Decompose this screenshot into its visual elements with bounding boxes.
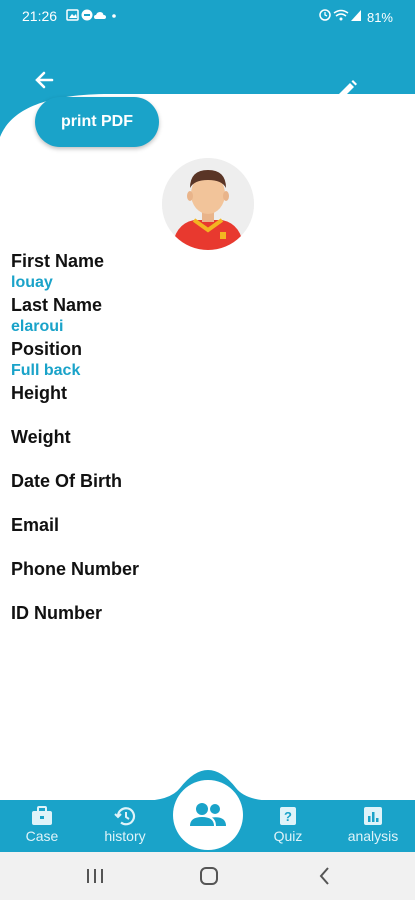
analysis-icon: [364, 807, 382, 825]
arrow-left-icon: [35, 71, 54, 89]
center-people-button[interactable]: [173, 780, 243, 850]
home-icon: [200, 867, 218, 885]
field-value: Full back: [11, 362, 81, 379]
people-icon: [190, 803, 226, 826]
field-height: Height: [11, 382, 391, 426]
field-label: Phone Number: [11, 559, 140, 579]
notification-icon-group: [66, 9, 116, 21]
battery-text: 81%: [366, 10, 393, 25]
nav-label: analysis: [347, 828, 399, 844]
system-back-button[interactable]: [312, 864, 338, 888]
nav-item-analysis[interactable]: analysis: [338, 800, 408, 852]
history-icon: [114, 807, 136, 826]
field-value: [11, 624, 391, 646]
status-bar: 21:26 81%: [0, 0, 415, 32]
status-time: 21:26: [22, 8, 58, 24]
field-label: Height: [11, 383, 67, 403]
system-status-icons: [319, 9, 362, 21]
profile-fields: First Name louay Last Name elaroui Posit…: [11, 250, 391, 646]
pencil-icon: [337, 80, 357, 100]
svg-text:?: ?: [284, 809, 292, 824]
field-value: [11, 448, 391, 470]
field-value: [11, 492, 391, 514]
field-first-name: First Name louay: [11, 250, 391, 294]
field-label: Date Of Birth: [11, 471, 123, 491]
system-nav-bar: [0, 852, 415, 900]
back-icon: [319, 867, 329, 885]
recents-button[interactable]: [82, 864, 108, 888]
quiz-icon: ?: [280, 807, 296, 825]
notification-icons: [66, 8, 126, 25]
edit-button[interactable]: [333, 78, 359, 104]
field-label: ID Number: [11, 603, 103, 623]
avatar: [162, 158, 254, 250]
recents-icon: [87, 869, 103, 883]
back-button[interactable]: [30, 66, 58, 94]
field-label: Last Name: [11, 295, 103, 315]
field-value: [11, 536, 391, 558]
field-label: Email: [11, 515, 60, 535]
nav-label: history: [104, 828, 146, 844]
field-label: Weight: [11, 427, 71, 447]
field-label: Position: [11, 339, 82, 359]
field-value: elaroui: [11, 318, 64, 335]
nav-item-history[interactable]: history: [94, 800, 156, 852]
field-label: First Name: [11, 251, 105, 271]
nav-label: Case: [25, 828, 59, 844]
print-pdf-button[interactable]: print PDF: [35, 97, 159, 147]
field-value: [11, 580, 391, 602]
field-last-name: Last Name elaroui: [11, 294, 391, 338]
field-position: Position Full back: [11, 338, 391, 382]
field-date-of-birth: Date Of Birth: [11, 470, 391, 514]
field-weight: Weight: [11, 426, 391, 470]
briefcase-icon: [32, 806, 52, 825]
field-phone-number: Phone Number: [11, 558, 391, 602]
field-id-number: ID Number: [11, 602, 391, 646]
status-right: 81%: [319, 8, 393, 25]
home-button[interactable]: [196, 864, 222, 888]
field-value: louay: [11, 274, 53, 291]
field-email: Email: [11, 514, 391, 558]
football-player-avatar-icon: [162, 158, 254, 250]
nav-item-case[interactable]: Case: [12, 800, 72, 852]
nav-label: Quiz: [273, 828, 303, 844]
field-value: [11, 404, 391, 426]
nav-item-quiz[interactable]: ? Quiz: [262, 800, 314, 852]
